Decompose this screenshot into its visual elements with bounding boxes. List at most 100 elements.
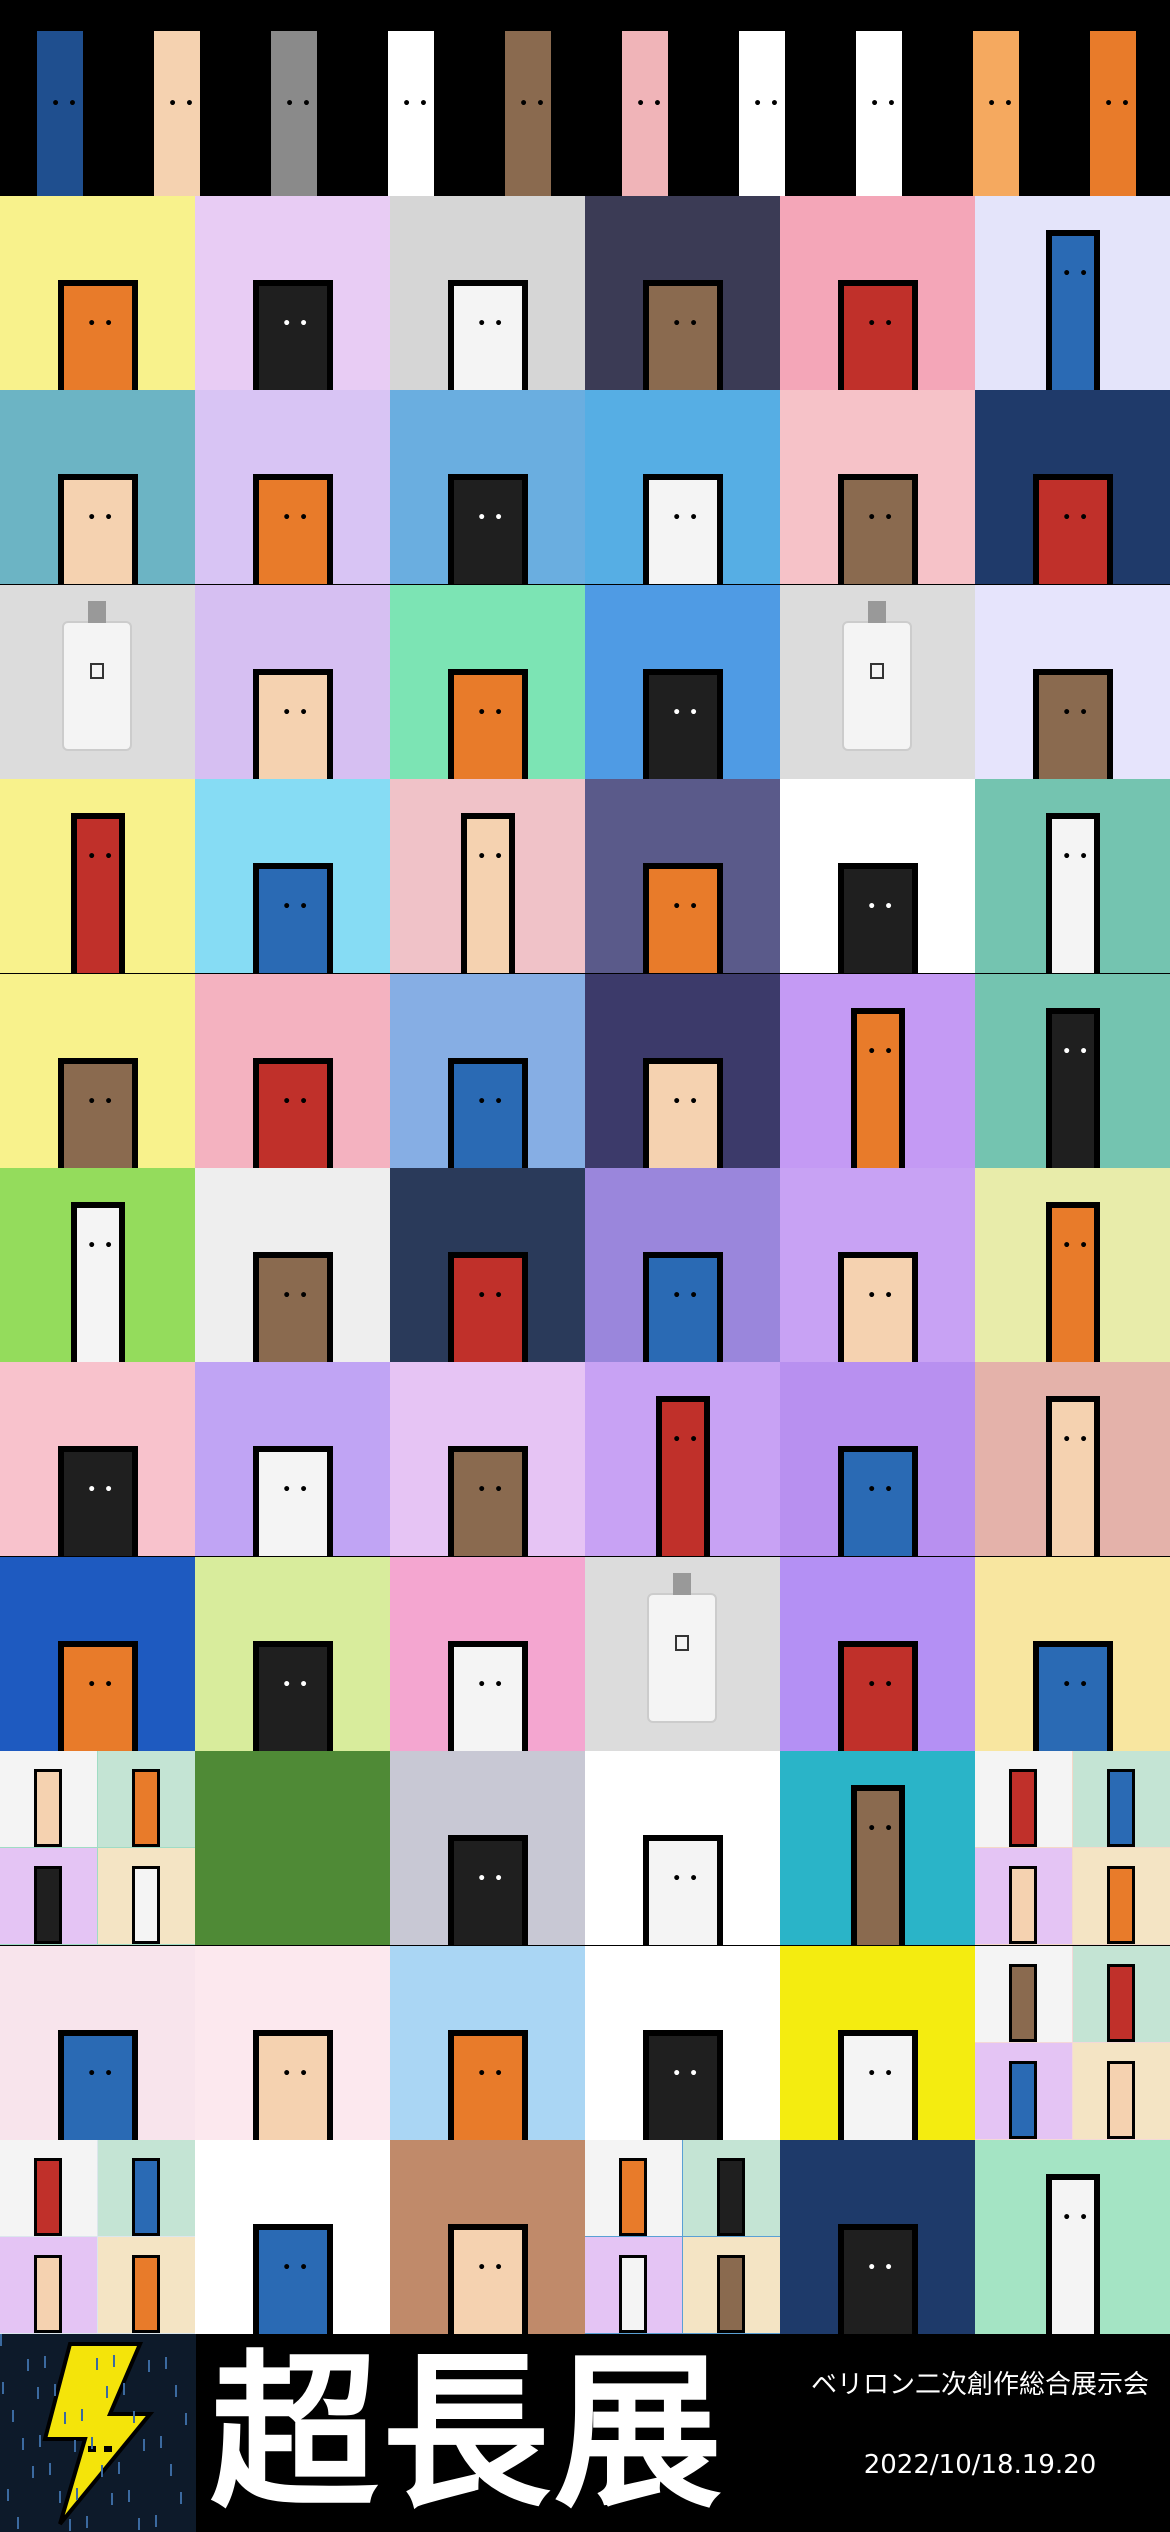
character-eyes: • • bbox=[867, 2065, 893, 2082]
artwork-tile-black-dog[interactable]: • • bbox=[195, 973, 390, 1168]
artwork-tile-figures[interactable]: • • bbox=[585, 1751, 780, 1946]
artwork-tile-lineup[interactable]: • • bbox=[585, 1945, 780, 2140]
artwork-tile-white-cat[interactable]: • • bbox=[0, 779, 195, 974]
artwork-tile-orange-thin[interactable]: • • bbox=[780, 973, 975, 1168]
artwork-tile-brown-bear[interactable]: • • bbox=[0, 390, 195, 585]
artwork-tile-mouse[interactable]: • • bbox=[195, 1556, 390, 1751]
character-figure: • • bbox=[460, 813, 515, 974]
gray-cat-face: • • bbox=[285, 96, 311, 112]
artwork-tile-hamster-beige[interactable]: • • bbox=[975, 973, 1170, 1168]
artwork-tile-space-penguin[interactable]: • • bbox=[975, 390, 1170, 585]
rain-drop bbox=[69, 2519, 71, 2531]
character-eyes: • • bbox=[672, 510, 698, 527]
artwork-tile-tiger-fat[interactable]: • • bbox=[780, 1168, 975, 1362]
character-figure: • • bbox=[447, 1640, 528, 1751]
artwork-tile-basket-small[interactable]: • • bbox=[975, 584, 1170, 779]
artwork-tile-anime-tiger[interactable]: • • bbox=[585, 973, 780, 1168]
character-figure: • • bbox=[837, 1252, 918, 1362]
artwork-tile-tall-face[interactable]: • • bbox=[780, 1751, 975, 1946]
artwork-tile-tiger-moon[interactable]: • • bbox=[585, 196, 780, 390]
artwork-tile-vulture[interactable]: • • bbox=[390, 1751, 585, 1946]
lightning-bolt-icon bbox=[0, 2334, 196, 2532]
artwork-tile-basket-single[interactable]: • • bbox=[975, 1556, 1170, 1751]
character-figure: • • bbox=[642, 280, 723, 390]
character-eyes: • • bbox=[282, 510, 308, 527]
character-figure: • • bbox=[57, 474, 138, 585]
artwork-tile-orange-worm[interactable]: • • bbox=[585, 1362, 780, 1557]
artwork-tile-basket-group[interactable]: • • bbox=[780, 1556, 975, 1751]
artwork-tile-perfume[interactable] bbox=[780, 584, 975, 779]
artwork-tile-oni[interactable]: • • bbox=[0, 1945, 195, 2140]
artwork-tile-redpanda-text[interactable]: • • bbox=[195, 584, 390, 779]
artwork-tile-penguin-quad[interactable] bbox=[0, 2140, 195, 2334]
character-figure: • • bbox=[252, 1252, 333, 1362]
artwork-tile-window-scene[interactable]: • • bbox=[390, 1168, 585, 1362]
artwork-tile-book[interactable]: • • bbox=[390, 196, 585, 390]
character-figure: • • bbox=[1045, 1007, 1100, 1168]
artwork-tile-quad-sketch[interactable] bbox=[975, 1945, 1170, 2140]
artwork-tile-black-box[interactable]: • • bbox=[780, 1945, 975, 2140]
artwork-tile-perfume[interactable] bbox=[585, 1556, 780, 1751]
artwork-tile-collage[interactable]: • • bbox=[585, 584, 780, 779]
character-eyes: • • bbox=[672, 2065, 698, 2082]
artwork-tile-chinchilla[interactable]: • • bbox=[0, 196, 195, 390]
artwork-tile-tiny-robot[interactable]: • • bbox=[195, 2140, 390, 2334]
artwork-tile-quad-dolls[interactable] bbox=[975, 1751, 1170, 1946]
sub-artwork bbox=[682, 2237, 780, 2333]
mini-character bbox=[131, 1769, 160, 1848]
artwork-tile-bach[interactable]: • • bbox=[195, 1945, 390, 2140]
rain-drop bbox=[180, 2492, 182, 2504]
artwork-tile-birthday[interactable]: • • bbox=[585, 390, 780, 585]
character-eyes: • • bbox=[477, 1482, 503, 1499]
artwork-tile-redpanda-big[interactable]: • • bbox=[390, 1362, 585, 1557]
character-eyes: • • bbox=[867, 316, 893, 332]
artwork-tile-grass[interactable] bbox=[195, 1751, 390, 1946]
rain-drop bbox=[175, 2385, 177, 2397]
character-eyes: • • bbox=[282, 1093, 308, 1110]
artwork-tile-duck-white[interactable]: • • bbox=[0, 1362, 195, 1557]
artwork-tile-perfume[interactable] bbox=[0, 584, 195, 779]
artwork-tile-quad-collage[interactable] bbox=[0, 1751, 195, 1946]
artwork-tile-red-tall[interactable]: • • bbox=[975, 2140, 1170, 2334]
artwork-tile-chicken-tall[interactable]: • • bbox=[975, 1362, 1170, 1557]
artwork-tile-text-collage[interactable]: • • bbox=[585, 779, 780, 974]
artwork-tile-pink-splash[interactable]: • • bbox=[0, 1556, 195, 1751]
banner-character-orange-hamster: • • bbox=[936, 0, 1053, 196]
artwork-tile-giraffe-city[interactable]: • • bbox=[390, 390, 585, 585]
artwork-tile-fantasy[interactable]: • • bbox=[780, 2140, 975, 2334]
character-figure: • • bbox=[837, 1640, 918, 1751]
character-eyes: • • bbox=[282, 2065, 308, 2082]
character-eyes: • • bbox=[867, 899, 893, 916]
artwork-tile-blue-tall[interactable]: • • bbox=[975, 196, 1170, 390]
artwork-tile-tiger-mask[interactable]: • • bbox=[780, 1362, 975, 1557]
character-eyes: • • bbox=[1062, 266, 1088, 282]
character-eyes: • • bbox=[477, 2065, 503, 2082]
artwork-tile-panda-blue[interactable]: • • bbox=[780, 390, 975, 585]
character-figure: • • bbox=[252, 280, 333, 390]
artwork-tile-beige-white[interactable]: • • bbox=[975, 1168, 1170, 1362]
artwork-tile-panda-sparkle[interactable]: • • bbox=[780, 196, 975, 390]
white-ghost-face: • • bbox=[753, 96, 779, 112]
artwork-tile-redpanda-small[interactable]: • • bbox=[195, 390, 390, 585]
artwork-tile-tree-head[interactable]: • • bbox=[390, 2140, 585, 2334]
artwork-tile-brown-soldier[interactable]: • • bbox=[390, 973, 585, 1168]
artwork-tile-quad-chars[interactable] bbox=[585, 2140, 780, 2334]
artwork-tile-fox-tall[interactable]: • • bbox=[0, 1168, 195, 1362]
character-figure: • • bbox=[447, 668, 528, 779]
character-figure: • • bbox=[837, 474, 918, 585]
artwork-tile-redpanda[interactable]: • • bbox=[195, 196, 390, 390]
artwork-tile-white-small[interactable]: • • bbox=[0, 973, 195, 1168]
artwork-tile-tiger-skate[interactable]: • • bbox=[585, 1168, 780, 1362]
artwork-tile-hamster-small[interactable]: • • bbox=[195, 1362, 390, 1557]
artwork-tile-anime-girl[interactable]: • • bbox=[780, 779, 975, 974]
artwork-tile-bird-ball[interactable]: • • bbox=[390, 1945, 585, 2140]
character-figure: • • bbox=[252, 2029, 333, 2140]
banner-character-blue-dog: • • bbox=[0, 0, 117, 196]
artwork-tile-red-small[interactable]: • • bbox=[195, 779, 390, 974]
artwork-tile-dobermann[interactable]: • • bbox=[195, 1168, 390, 1362]
artwork-tile-beige-cat[interactable]: • • bbox=[975, 779, 1170, 974]
rain-drop bbox=[185, 2413, 187, 2425]
artwork-tile-redpanda-bow[interactable]: • • bbox=[390, 1556, 585, 1751]
artwork-tile-giraffe-muscle[interactable]: • • bbox=[390, 584, 585, 779]
artwork-tile-gold-tall[interactable]: • • bbox=[390, 779, 585, 974]
